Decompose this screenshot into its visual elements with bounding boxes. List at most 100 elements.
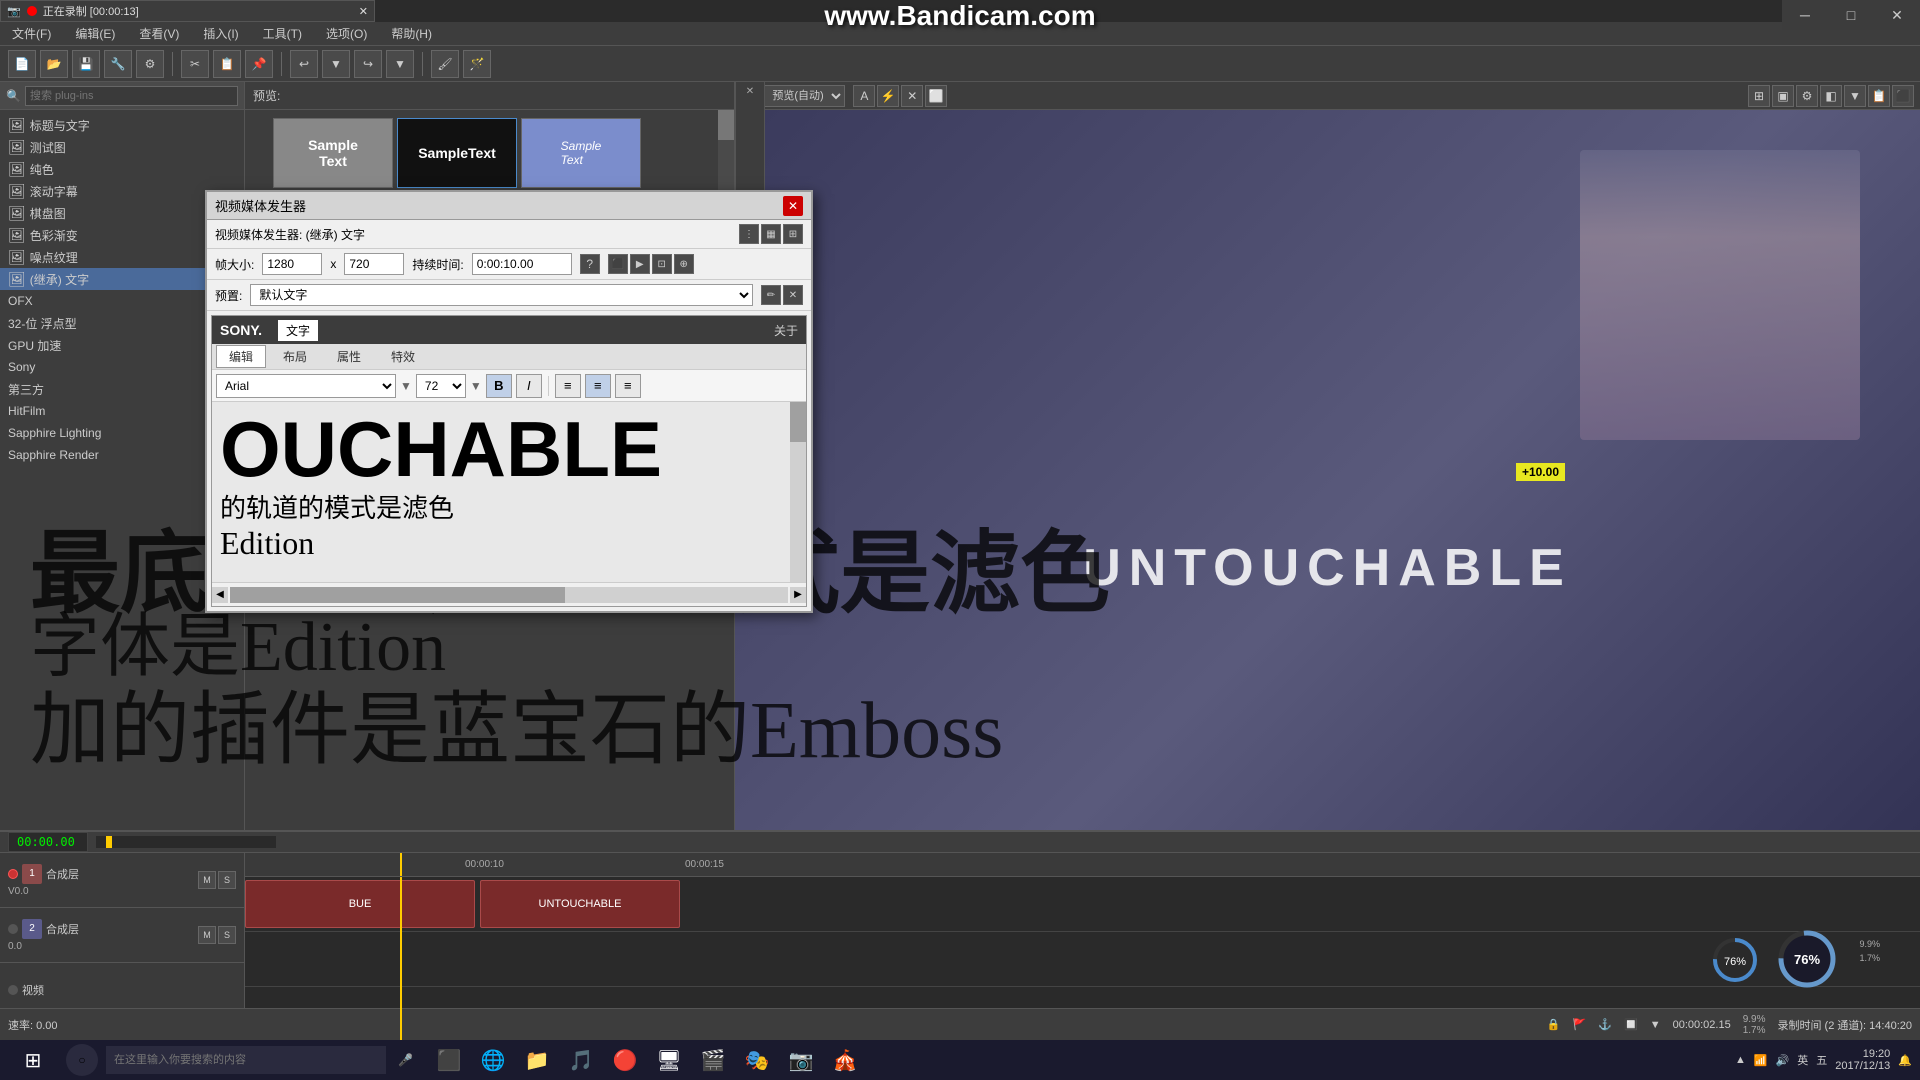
taskbar-app-5[interactable]: 🎭: [737, 1042, 777, 1078]
preview-close[interactable]: ✕: [901, 85, 923, 107]
system-clock[interactable]: 19:20 2017/12/13: [1835, 1048, 1890, 1072]
tree-title-text[interactable]: 🖼 标题与文字: [0, 114, 244, 136]
preview-btn-3[interactable]: ⬜: [925, 85, 947, 107]
close-left[interactable]: ✕: [746, 86, 754, 97]
track-solo-2[interactable]: S: [218, 926, 236, 944]
text-content-area[interactable]: OUCHABLE 的轨道的模式是滤色 Edition: [212, 402, 806, 570]
duration-input[interactable]: [472, 253, 572, 275]
mic-icon[interactable]: 🎤: [398, 1053, 413, 1067]
tree-solid[interactable]: 🖼 纯色: [0, 158, 244, 180]
new-button[interactable]: 📄: [8, 50, 36, 78]
editor-vscroll[interactable]: [790, 402, 806, 582]
open-button[interactable]: 📂: [40, 50, 68, 78]
redo-button[interactable]: ↪: [354, 50, 382, 78]
taskbar-media[interactable]: 🎵: [561, 1042, 601, 1078]
taskbar-app-7[interactable]: 🎪: [825, 1042, 865, 1078]
italic-button[interactable]: I: [516, 374, 542, 398]
thumb-3[interactable]: SampleText: [521, 118, 641, 188]
taskbar-app-2[interactable]: 🔴: [605, 1042, 645, 1078]
scroll-right-btn[interactable]: ▶: [790, 587, 806, 603]
paste-button[interactable]: 📌: [245, 50, 273, 78]
hscroll-thumb[interactable]: [230, 587, 565, 603]
dialog-btn-2[interactable]: ▦: [761, 224, 781, 244]
taskbar-app-3[interactable]: 🖥: [649, 1042, 689, 1078]
taskbar-multitask[interactable]: ⬛: [429, 1042, 469, 1078]
menu-edit[interactable]: 编辑(E): [71, 23, 119, 44]
font-select[interactable]: Arial: [216, 374, 396, 398]
undo-button[interactable]: ↩: [290, 50, 318, 78]
preview-more-1[interactable]: ◧: [1820, 85, 1842, 107]
media-btn-4[interactable]: ⊕: [674, 254, 694, 274]
dialog-btn-1[interactable]: ⋮: [739, 224, 759, 244]
tab-layout[interactable]: 布局: [270, 345, 320, 368]
font-size-select[interactable]: 72: [416, 374, 466, 398]
copy-button[interactable]: 📋: [213, 50, 241, 78]
taskbar-explorer[interactable]: 📁: [517, 1042, 557, 1078]
editor-hscroll[interactable]: [230, 587, 788, 603]
maximize-button[interactable]: □: [1828, 0, 1874, 30]
media-btn-1[interactable]: ⬛: [608, 254, 628, 274]
tab-props[interactable]: 属性: [324, 345, 374, 368]
thumb-2[interactable]: SampleText: [397, 118, 517, 188]
tab-effects[interactable]: 特效: [378, 345, 428, 368]
media-btn-2[interactable]: ▶: [630, 254, 650, 274]
wand-button[interactable]: 🪄: [463, 50, 491, 78]
dialog-btn-3[interactable]: ⊞: [783, 224, 803, 244]
thumb-1[interactable]: SampleText: [273, 118, 393, 188]
width-input[interactable]: [262, 253, 322, 275]
taskbar-search[interactable]: [106, 1046, 386, 1074]
tray-arrow[interactable]: ▲: [1735, 1054, 1746, 1066]
split-view[interactable]: ▣: [1772, 85, 1794, 107]
track-mute-2[interactable]: M: [198, 926, 216, 944]
menu-file[interactable]: 文件(F): [8, 23, 55, 44]
preview-more-3[interactable]: ⬛: [1892, 85, 1914, 107]
preview-copy[interactable]: 📋: [1868, 85, 1890, 107]
preview-mode-select[interactable]: 预览(自动): [763, 85, 845, 107]
redo-drop[interactable]: ▼: [386, 50, 414, 78]
bold-button[interactable]: B: [486, 374, 512, 398]
undo-drop[interactable]: ▼: [322, 50, 350, 78]
taskbar-ie[interactable]: 🌐: [473, 1042, 513, 1078]
track-mute-1[interactable]: M: [198, 871, 216, 889]
dialog-close-button[interactable]: ✕: [783, 196, 803, 216]
menu-insert[interactable]: 插入(I): [199, 23, 242, 44]
preview-more-2[interactable]: ▼: [1844, 85, 1866, 107]
preset-select[interactable]: 默认文字: [250, 284, 753, 306]
tree-test[interactable]: 🖼 测试图: [0, 136, 244, 158]
recording-close[interactable]: ✕: [359, 5, 368, 18]
duration-help[interactable]: ?: [580, 254, 600, 274]
clip-untouchable[interactable]: UNTOUCHABLE: [480, 880, 680, 928]
cut-button[interactable]: ✂: [181, 50, 209, 78]
vscroll-thumb[interactable]: [790, 402, 806, 442]
preset-btn-1[interactable]: ✏: [761, 285, 781, 305]
tb-btn-5[interactable]: ⚙: [136, 50, 164, 78]
menu-tools[interactable]: 工具(T): [259, 23, 306, 44]
align-center[interactable]: ≡: [585, 374, 611, 398]
sony-tab-wenzi[interactable]: 文字: [278, 320, 318, 341]
preview-settings[interactable]: ⚙: [1796, 85, 1818, 107]
minimize-button[interactable]: ─: [1782, 0, 1828, 30]
align-right[interactable]: ≡: [615, 374, 641, 398]
sony-about[interactable]: 关于: [774, 322, 798, 339]
close-button[interactable]: ✕: [1874, 0, 1920, 30]
menu-view[interactable]: 查看(V): [135, 23, 183, 44]
track-solo-1[interactable]: S: [218, 871, 236, 889]
scroll-left-btn[interactable]: ◀: [212, 587, 228, 603]
search-circle[interactable]: ○: [66, 1044, 98, 1076]
zoom-fit[interactable]: ⊞: [1748, 85, 1770, 107]
menu-help[interactable]: 帮助(H): [387, 23, 436, 44]
preview-btn-1[interactable]: A: [853, 85, 875, 107]
align-left[interactable]: ≡: [555, 374, 581, 398]
timeline-position-bar[interactable]: [96, 836, 276, 848]
media-btn-3[interactable]: ⊡: [652, 254, 672, 274]
tab-edit[interactable]: 编辑: [216, 345, 266, 368]
taskbar-app-6[interactable]: 📷: [781, 1042, 821, 1078]
preview-btn-2[interactable]: ⚡: [877, 85, 899, 107]
clip-bue[interactable]: BUE: [245, 880, 475, 928]
tb-btn-4[interactable]: 🔧: [104, 50, 132, 78]
plugin-search-input[interactable]: [25, 86, 238, 106]
height-input[interactable]: [344, 253, 404, 275]
menu-options[interactable]: 选项(O): [322, 23, 371, 44]
preset-btn-2[interactable]: ✕: [783, 285, 803, 305]
taskbar-app-4[interactable]: 🎬: [693, 1042, 733, 1078]
